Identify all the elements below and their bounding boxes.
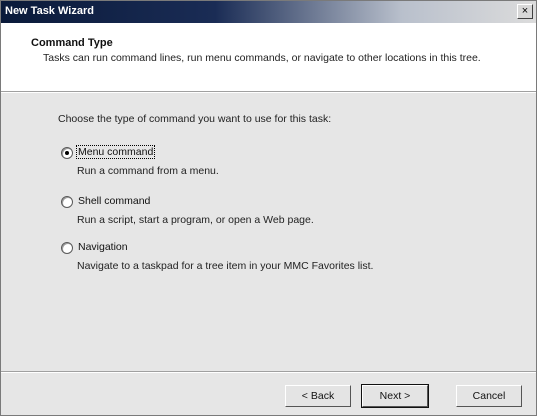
shell-command-radio[interactable] xyxy=(61,196,73,208)
radio-selected-dot xyxy=(65,151,69,155)
menu-command-label[interactable]: Menu command xyxy=(75,145,156,159)
shell-command-description: Run a script, start a program, or open a… xyxy=(77,214,314,226)
wizard-header: Command Type Tasks can run command lines… xyxy=(1,23,536,91)
page-title: Command Type xyxy=(31,37,113,49)
navigation-radio[interactable] xyxy=(61,242,73,254)
option-menu-command[interactable]: Menu command Run a command from a menu. xyxy=(61,145,481,185)
option-shell-command[interactable]: Shell command Run a script, start a prog… xyxy=(61,194,481,234)
navigation-description: Navigate to a taskpad for a tree item in… xyxy=(77,260,374,272)
close-button[interactable]: × xyxy=(517,4,533,19)
page-description: Tasks can run command lines, run menu co… xyxy=(43,52,481,64)
next-button[interactable]: Next > xyxy=(361,384,429,408)
title-bar[interactable]: New Task Wizard × xyxy=(1,1,536,23)
shell-command-label[interactable]: Shell command xyxy=(77,195,151,207)
navigation-label[interactable]: Navigation xyxy=(77,241,129,253)
window-title: New Task Wizard xyxy=(5,5,94,17)
cancel-button[interactable]: Cancel xyxy=(456,385,522,407)
menu-command-radio[interactable] xyxy=(61,147,73,159)
command-type-prompt: Choose the type of command you want to u… xyxy=(58,113,332,125)
header-divider xyxy=(1,91,536,93)
wizard-window: New Task Wizard × Command Type Tasks can… xyxy=(0,0,537,416)
menu-command-description: Run a command from a menu. xyxy=(77,165,219,177)
back-button[interactable]: < Back xyxy=(285,385,351,407)
footer-divider xyxy=(1,371,536,373)
option-navigation[interactable]: Navigation Navigate to a taskpad for a t… xyxy=(61,240,481,280)
